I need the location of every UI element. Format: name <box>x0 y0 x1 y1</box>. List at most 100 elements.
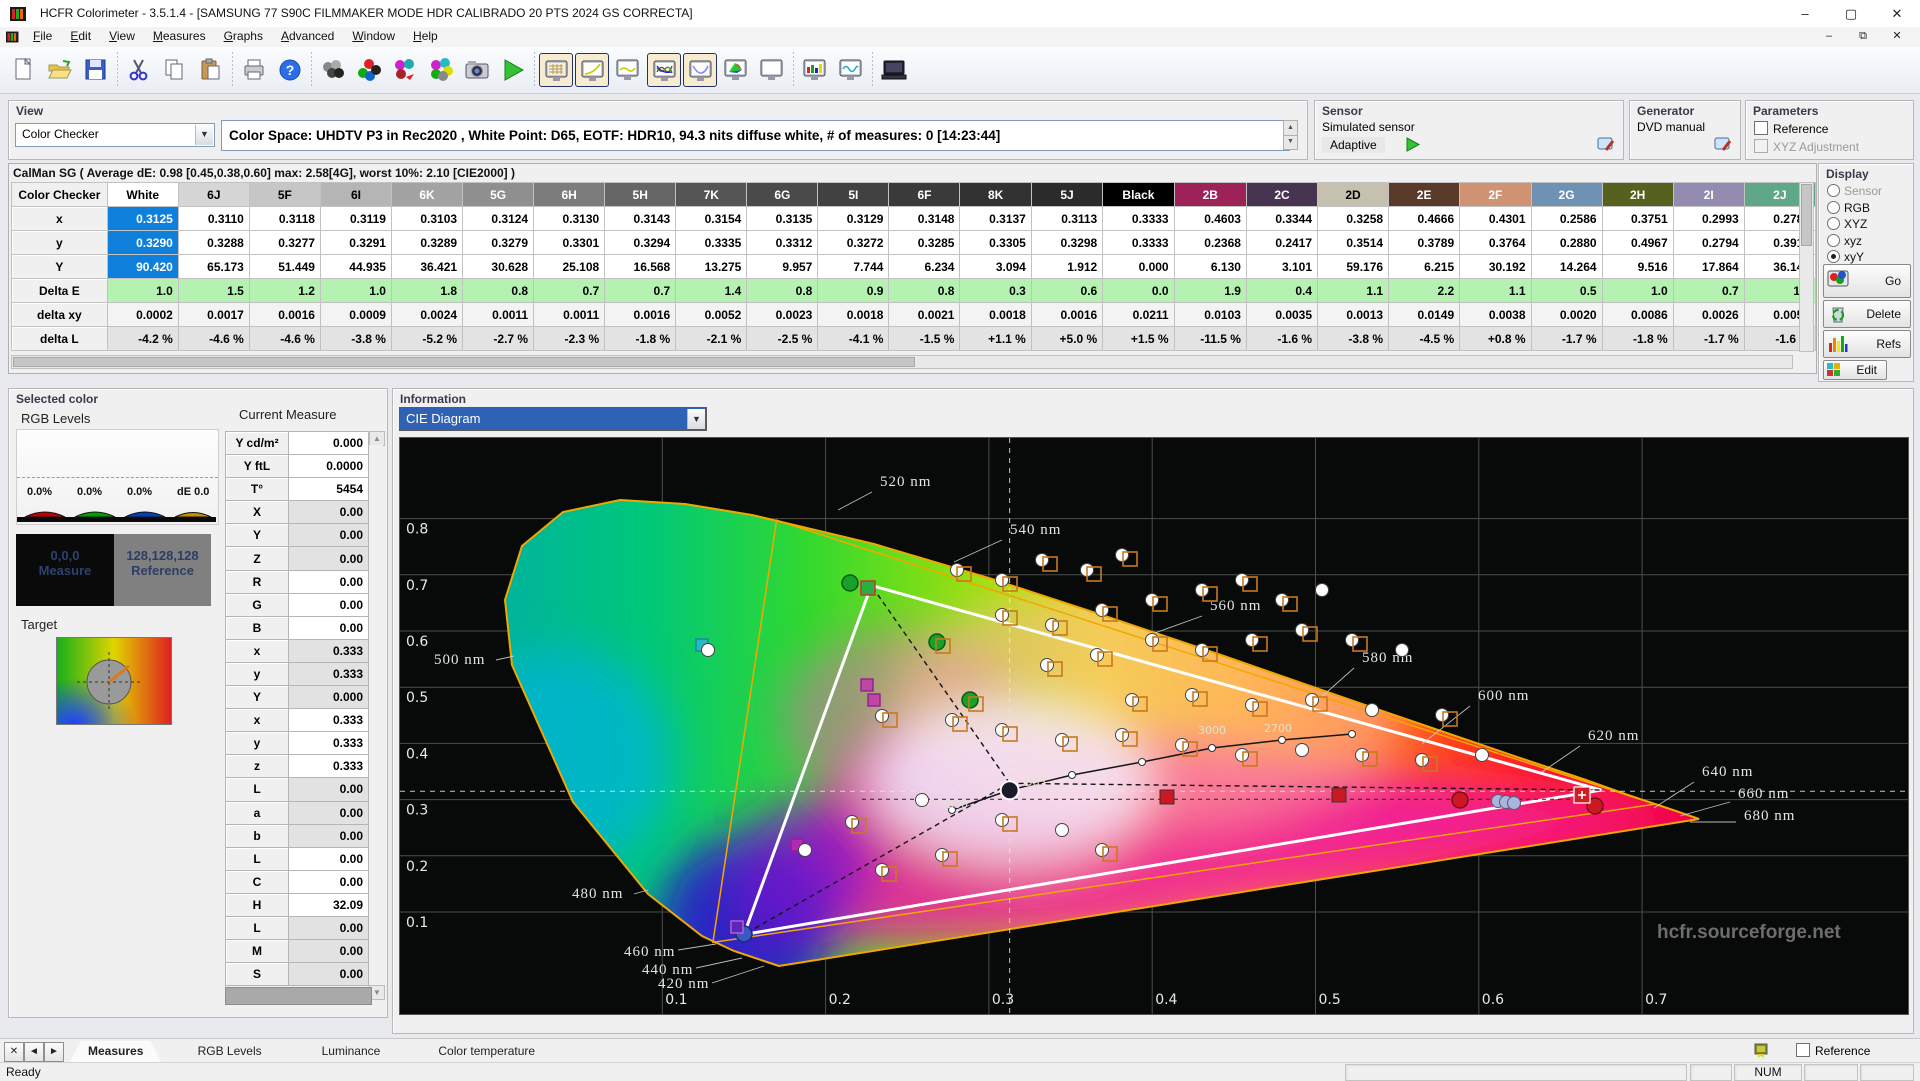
paste-button[interactable] <box>194 53 228 87</box>
cell-x-2B[interactable]: 0.4603 <box>1173 206 1247 231</box>
save-button[interactable] <box>79 53 113 87</box>
cell-delta xy-2F[interactable]: 0.0038 <box>1459 302 1532 327</box>
cell-delta L-6J[interactable]: -4.6 % <box>177 326 250 351</box>
cell-delta L-2I[interactable]: -1.7 % <box>1672 326 1745 351</box>
cell-delta xy-5G[interactable]: 0.0011 <box>462 302 535 327</box>
cell-Delta E-2F[interactable]: 1.1 <box>1459 278 1532 303</box>
cell-y-6J[interactable]: 0.3288 <box>177 230 250 255</box>
cell-x-6F[interactable]: 0.3148 <box>888 206 961 231</box>
cell-x-6I[interactable]: 0.3119 <box>319 206 392 231</box>
cell-y-2D[interactable]: 0.3514 <box>1317 230 1390 255</box>
table-horizontal-scrollbar[interactable] <box>11 355 1793 369</box>
cell-Y-2E[interactable]: 6.215 <box>1388 254 1461 279</box>
cell-delta L-2E[interactable]: -4.5 % <box>1388 326 1461 351</box>
table-vertical-scrollbar[interactable] <box>1799 182 1814 352</box>
cell-delta L-6G[interactable]: -2.5 % <box>746 326 819 351</box>
cell-x-5H[interactable]: 0.3143 <box>604 206 677 231</box>
cell-delta L-2C[interactable]: -1.6 % <box>1245 326 1319 351</box>
column-header-2I[interactable]: 2I <box>1672 182 1745 207</box>
view-bluecurve-button[interactable] <box>683 53 717 87</box>
go-button[interactable]: Go <box>1823 264 1911 298</box>
cell-Delta E-5I[interactable]: 0.9 <box>817 278 890 303</box>
cell-delta xy-6I[interactable]: 0.0009 <box>319 302 392 327</box>
run-measure-button[interactable] <box>496 53 530 87</box>
cell-x-5F[interactable]: 0.3118 <box>248 206 321 231</box>
spinner-down-icon[interactable]: ▼ <box>1283 136 1298 150</box>
column-header-2H[interactable]: 2H <box>1601 182 1674 207</box>
cell-delta xy-6G[interactable]: 0.0023 <box>746 302 819 327</box>
cell-Y-Black[interactable]: 0.000 <box>1102 254 1175 279</box>
column-header-6F[interactable]: 6F <box>888 182 961 207</box>
radio-rgb[interactable]: RGB <box>1827 200 1870 216</box>
cell-y-Black[interactable]: 0.3333 <box>1102 230 1175 255</box>
cell-y-6H[interactable]: 0.3301 <box>533 230 606 255</box>
cell-Delta E-6J[interactable]: 1.5 <box>177 278 250 303</box>
tab-next-button[interactable]: ► <box>44 1042 64 1062</box>
cell-Y-6K[interactable]: 36.421 <box>390 254 464 279</box>
cell-Y-5I[interactable]: 7.744 <box>817 254 890 279</box>
edit-button[interactable]: Edit <box>1823 360 1887 380</box>
cell-Delta E-White[interactable]: 1.0 <box>106 278 179 303</box>
cell-Y-2G[interactable]: 14.264 <box>1530 254 1603 279</box>
sensor-run-icon[interactable] <box>1405 137 1421 152</box>
camera-button[interactable] <box>460 53 494 87</box>
cell-delta xy-Black[interactable]: 0.0211 <box>1102 302 1175 327</box>
print-button[interactable] <box>237 53 271 87</box>
reference-toggle[interactable]: Reference <box>1796 1043 1870 1058</box>
cell-x-6G[interactable]: 0.3135 <box>746 206 819 231</box>
cell-delta L-6K[interactable]: -5.2 % <box>390 326 464 351</box>
refs-button[interactable]: Refs <box>1823 330 1911 358</box>
cell-Delta E-Black[interactable]: 0.0 <box>1102 278 1175 303</box>
view-gamma-button[interactable] <box>575 53 609 87</box>
cell-y-6I[interactable]: 0.3291 <box>319 230 392 255</box>
menu-measures[interactable]: Measures <box>144 27 215 47</box>
cell-Delta E-6F[interactable]: 0.8 <box>888 278 961 303</box>
cell-delta L-7K[interactable]: -2.1 % <box>675 326 748 351</box>
column-header-Black[interactable]: Black <box>1102 182 1175 207</box>
cell-delta L-6F[interactable]: -1.5 % <box>888 326 961 351</box>
column-header-2G[interactable]: 2G <box>1530 182 1603 207</box>
cell-y-2F[interactable]: 0.3764 <box>1459 230 1532 255</box>
view-table-button[interactable] <box>539 53 573 87</box>
cell-Y-5G[interactable]: 30.628 <box>462 254 535 279</box>
tab-measures[interactable]: Measures <box>70 1041 161 1062</box>
cell-Y-2D[interactable]: 59.176 <box>1317 254 1390 279</box>
column-header-5I[interactable]: 5I <box>817 182 890 207</box>
cell-x-Black[interactable]: 0.3333 <box>1102 206 1175 231</box>
cell-delta L-8K[interactable]: +1.1 % <box>959 326 1032 351</box>
cell-Y-2F[interactable]: 30.192 <box>1459 254 1532 279</box>
open-folder-button[interactable] <box>43 53 77 87</box>
laptop-button[interactable] <box>877 53 911 87</box>
cell-delta L-Black[interactable]: +1.5 % <box>1102 326 1175 351</box>
tab-close-button[interactable]: ✕ <box>4 1042 24 1062</box>
sensor-gray-button[interactable] <box>316 53 350 87</box>
cell-y-7K[interactable]: 0.3335 <box>675 230 748 255</box>
menu-file[interactable]: File <box>24 27 61 47</box>
scrollbar-thumb[interactable] <box>1801 184 1812 246</box>
radio-xyz[interactable]: XYZ <box>1827 217 1867 232</box>
column-header-2E[interactable]: 2E <box>1388 182 1461 207</box>
child-restore-button[interactable]: ⧉ <box>1846 27 1880 46</box>
cell-x-2H[interactable]: 0.3751 <box>1601 206 1674 231</box>
cell-delta L-5F[interactable]: -4.6 % <box>248 326 321 351</box>
menu-advanced[interactable]: Advanced <box>272 27 343 47</box>
column-header-8K[interactable]: 8K <box>959 182 1032 207</box>
column-header-5J[interactable]: 5J <box>1030 182 1104 207</box>
chevron-down-icon[interactable]: ▼ <box>195 125 213 145</box>
information-selector[interactable]: CIE Diagram ▼ <box>399 407 707 431</box>
tab-prev-button[interactable]: ◄ <box>24 1042 44 1062</box>
cell-delta L-5G[interactable]: -2.7 % <box>462 326 535 351</box>
cell-delta L-6H[interactable]: -2.3 % <box>533 326 606 351</box>
cie-diagram[interactable]: 0.1 0.2 0.3 0.4 0.5 0.6 0.7 0.1 0.2 0.3 0.4 0.5 0.6 0… <box>399 437 1909 1015</box>
cell-Y-2I[interactable]: 17.864 <box>1672 254 1745 279</box>
maximize-button[interactable]: ▢ <box>1828 0 1874 27</box>
cell-delta xy-2H[interactable]: 0.0086 <box>1601 302 1674 327</box>
cell-Y-5F[interactable]: 51.449 <box>248 254 321 279</box>
column-header-6H[interactable]: 6H <box>533 182 606 207</box>
cell-delta xy-8K[interactable]: 0.0018 <box>959 302 1032 327</box>
menu-graphs[interactable]: Graphs <box>215 27 272 47</box>
cell-delta xy-2D[interactable]: 0.0013 <box>1317 302 1390 327</box>
column-header-7K[interactable]: 7K <box>675 182 748 207</box>
checkbox-icon[interactable] <box>1796 1043 1810 1057</box>
cell-y-2H[interactable]: 0.4967 <box>1601 230 1674 255</box>
